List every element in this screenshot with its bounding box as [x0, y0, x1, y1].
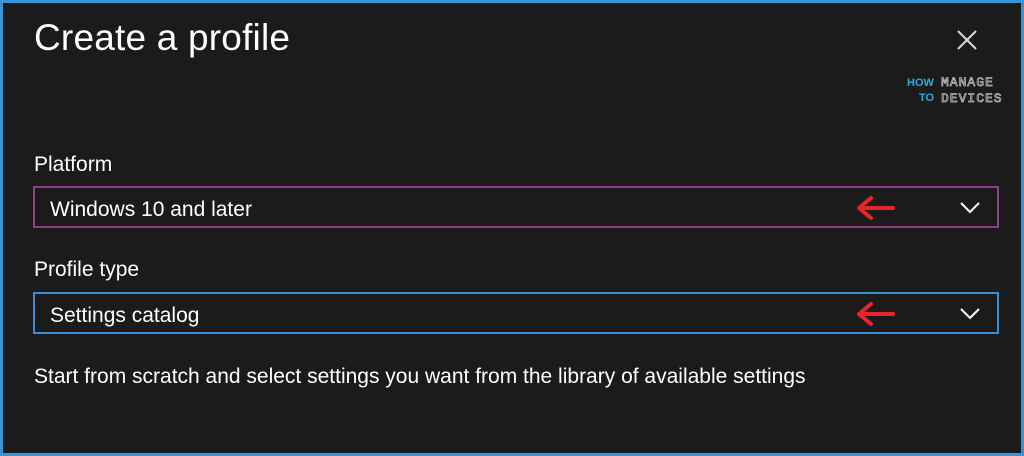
profile-type-label: Profile type [34, 258, 140, 281]
how-to-manage-devices-logo: HOW TO MANAGE DEVICES [905, 73, 1015, 107]
chevron-down-icon [960, 202, 980, 214]
platform-selected-value: Windows 10 and later [50, 198, 252, 221]
arrow-left-icon [857, 302, 895, 326]
logo-devices-text: DEVICES [941, 91, 1003, 106]
platform-label: Platform [34, 153, 113, 176]
platform-dropdown[interactable]: Windows 10 and later [33, 186, 999, 228]
chevron-down-icon [960, 308, 980, 320]
profile-type-dropdown[interactable]: Settings catalog [33, 292, 999, 334]
logo-manage-text: MANAGE [941, 75, 994, 90]
create-profile-dialog: Create a profile HOW TO MANAGE DEVICES P… [3, 3, 1021, 453]
logo-how-text: HOW [907, 77, 935, 89]
profile-type-description: Start from scratch and select settings y… [34, 365, 806, 388]
close-icon [957, 30, 977, 50]
profile-type-selected-value: Settings catalog [50, 304, 200, 327]
close-button[interactable] [950, 23, 984, 57]
logo-to-text: TO [919, 92, 935, 104]
dialog-title: Create a profile [34, 17, 291, 58]
arrow-left-icon [857, 196, 895, 220]
